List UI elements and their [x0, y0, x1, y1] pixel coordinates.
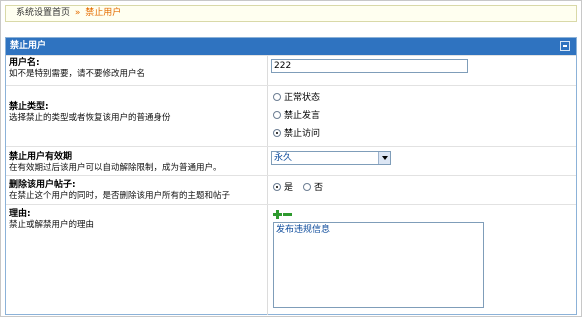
breadcrumb-current: 禁止用户 — [85, 8, 122, 18]
row-label: 禁止类型: 选择禁止的类型或者恢复该用户的普通身份 — [6, 86, 268, 146]
breadcrumb-separator: » — [74, 8, 81, 18]
radio-label: 正常状态 — [284, 93, 321, 103]
ban-user-panel: 禁止用户 用户名: 如不是特别需要，请不要修改用户名 222 禁止类型: 选择禁… — [5, 37, 577, 315]
minus-square-icon[interactable] — [560, 41, 570, 51]
ban-type-desc: 选择禁止的类型或者恢复该用户的普通身份 — [9, 113, 171, 123]
duration-selected-value: 永久 — [274, 153, 293, 163]
row-duration: 禁止用户有效期 在有效期过后该用户可以自动解除限制，成为普通用户。 永久 — [6, 146, 576, 175]
row-label: 用户名: 如不是特别需要，请不要修改用户名 — [6, 56, 268, 85]
radio-label: 禁止访问 — [284, 129, 321, 139]
minus-icon[interactable] — [283, 210, 292, 219]
reason-desc: 禁止或解禁用户的理由 — [9, 220, 95, 230]
row-delete-posts: 删除该用户帖子: 在禁止这个用户的同时，是否删除该用户所有的主题和帖子 是 否 — [6, 175, 576, 204]
duration-select[interactable]: 永久 — [271, 151, 391, 165]
username-input[interactable]: 222 — [271, 59, 468, 73]
row-field: 是 否 — [269, 176, 576, 204]
row-field: 222 — [269, 56, 576, 85]
radio-label: 是 — [284, 183, 294, 193]
row-ban-type: 禁止类型: 选择禁止的类型或者恢复该用户的普通身份 正常状态 禁止发言 禁止访问 — [6, 85, 576, 146]
row-field: 正常状态 禁止发言 禁止访问 — [269, 86, 576, 146]
radio-no[interactable]: 否 — [303, 180, 323, 193]
radio-button[interactable] — [273, 110, 281, 119]
plus-icon[interactable] — [273, 210, 282, 219]
row-label: 理由: 禁止或解禁用户的理由 — [6, 205, 268, 315]
row-username: 用户名: 如不是特别需要，请不要修改用户名 222 — [6, 55, 576, 85]
radio-normal[interactable]: 正常状态 — [273, 90, 320, 103]
username-desc: 如不是特别需要，请不要修改用户名 — [9, 69, 146, 79]
radio-yes[interactable]: 是 — [273, 180, 293, 193]
row-label: 删除该用户帖子: 在禁止这个用户的同时，是否删除该用户所有的主题和帖子 — [6, 176, 268, 204]
row-field: 发布违规信息 — [269, 205, 576, 315]
reason-textarea[interactable]: 发布违规信息 — [273, 222, 484, 308]
radio-button[interactable] — [273, 182, 281, 191]
duration-title: 禁止用户有效期 — [9, 152, 73, 162]
resize-controls — [273, 210, 292, 219]
window-frame: 系统设置首页 » 禁止用户 禁止用户 用户名: 如不是特别需要，请不要修改用户名… — [0, 0, 582, 317]
radio-no-post[interactable]: 禁止发言 — [273, 108, 320, 121]
ban-type-title: 禁止类型: — [9, 102, 49, 112]
radio-button[interactable] — [303, 182, 312, 191]
reason-title: 理由: — [9, 209, 31, 219]
panel-title: 禁止用户 — [10, 41, 47, 51]
row-label: 禁止用户有效期 在有效期过后该用户可以自动解除限制，成为普通用户。 — [6, 147, 268, 175]
delete-posts-radios: 是 否 — [273, 180, 333, 193]
delete-posts-desc: 在禁止这个用户的同时，是否删除该用户所有的主题和帖子 — [9, 191, 231, 201]
radio-button[interactable] — [273, 128, 281, 137]
breadcrumb: 系统设置首页 » 禁止用户 — [5, 5, 577, 22]
radio-button[interactable] — [273, 92, 281, 101]
row-field: 永久 — [269, 147, 576, 175]
radio-label: 否 — [314, 183, 324, 193]
chevron-down-icon[interactable] — [378, 152, 390, 164]
radio-label: 禁止发言 — [284, 111, 321, 121]
duration-desc: 在有效期过后该用户可以自动解除限制，成为普通用户。 — [9, 163, 222, 173]
username-title: 用户名: — [9, 58, 40, 68]
radio-no-access[interactable]: 禁止访问 — [273, 126, 320, 139]
row-reason: 理由: 禁止或解禁用户的理由 发布违规信息 — [6, 204, 576, 315]
breadcrumb-home-link[interactable]: 系统设置首页 — [16, 8, 70, 18]
panel-header: 禁止用户 — [6, 38, 576, 55]
delete-posts-title: 删除该用户帖子: — [9, 180, 76, 190]
